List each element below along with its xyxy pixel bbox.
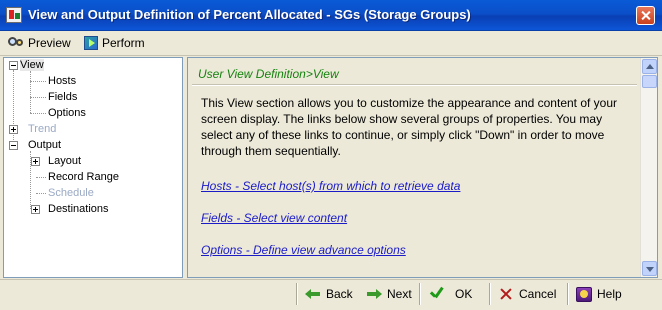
window-title: View and Output Definition of Percent Al… — [28, 7, 471, 22]
tree-connector — [36, 177, 46, 178]
back-button[interactable]: Back — [301, 283, 357, 305]
expand-icon[interactable] — [31, 205, 40, 214]
tree-item-destinations[interactable]: Destinations — [48, 202, 109, 217]
tree-item-trend[interactable]: Trend — [28, 122, 56, 137]
ok-button[interactable]: OK — [424, 283, 476, 305]
ok-label: OK — [455, 287, 473, 301]
perform-label: Perform — [102, 36, 145, 50]
tree-connector — [30, 97, 46, 98]
toolbar: Preview Perform — [0, 31, 662, 56]
link-fields[interactable]: Fields - Select view content — [201, 211, 347, 225]
tree-connector — [13, 70, 14, 146]
separator — [419, 283, 421, 305]
tree-item-layout[interactable]: Layout — [48, 154, 81, 169]
link-options[interactable]: Options - Define view advance options — [201, 243, 406, 257]
tree-item-label: Schedule — [48, 187, 94, 199]
separator — [567, 283, 569, 305]
tree-connector — [30, 71, 31, 113]
preview-label: Preview — [28, 36, 71, 50]
help-book-icon — [576, 286, 592, 302]
tree-item-label: Trend — [28, 123, 57, 135]
cancel-label: Cancel — [519, 287, 557, 301]
tree-item-schedule[interactable]: Schedule — [48, 186, 94, 201]
scroll-down-icon[interactable] — [642, 261, 657, 276]
vertical-scrollbar[interactable] — [640, 58, 657, 277]
tree-item-label: Fields — [48, 91, 78, 103]
expand-icon[interactable] — [31, 157, 40, 166]
tree-item-record-range[interactable]: Record Range — [48, 170, 119, 185]
breadcrumb: User View Definition>View — [198, 67, 339, 81]
title-bar[interactable]: View and Output Definition of Percent Al… — [0, 0, 662, 31]
help-label: Help — [597, 287, 622, 301]
tree-item-options[interactable]: Options — [48, 106, 86, 121]
run-icon — [84, 36, 98, 50]
next-label: Next — [387, 287, 412, 301]
tree-item-label: Destinations — [48, 203, 109, 215]
cancel-button[interactable]: Cancel — [494, 283, 560, 305]
next-arrow-icon — [366, 287, 382, 301]
tree-item-fields[interactable]: Fields — [48, 90, 77, 105]
collapse-icon[interactable] — [9, 141, 18, 150]
scroll-thumb[interactable] — [642, 75, 657, 88]
tree-item-label: Output — [28, 139, 62, 151]
binoculars-icon — [8, 35, 24, 51]
expand-icon[interactable] — [9, 125, 18, 134]
collapse-icon[interactable] — [9, 61, 18, 70]
tree-item-label: Record Range — [48, 171, 119, 183]
back-arrow-icon — [305, 287, 321, 301]
separator — [296, 283, 298, 305]
tree-item-label: Options — [48, 107, 86, 119]
checkmark-icon — [428, 287, 444, 301]
x-icon — [498, 287, 514, 301]
link-hosts[interactable]: Hosts - Select host(s) from which to ret… — [201, 179, 460, 193]
tree-item-hosts[interactable]: Hosts — [48, 74, 76, 89]
next-button[interactable]: Next — [362, 283, 416, 305]
tree-item-output[interactable]: Output — [28, 138, 61, 153]
tree-item-label: Layout — [48, 155, 82, 167]
tree-item-view[interactable]: View — [20, 58, 44, 73]
help-button[interactable]: Help — [572, 283, 626, 305]
preview-button[interactable]: Preview — [8, 34, 71, 52]
divider — [192, 84, 637, 86]
tree-item-label: View — [20, 59, 44, 71]
tree-connector — [30, 81, 46, 82]
navigation-tree[interactable]: View Hosts Fields Options Trend Output L… — [3, 57, 183, 278]
tree-connector — [36, 193, 46, 194]
separator — [489, 283, 491, 305]
tree-item-label: Hosts — [48, 75, 77, 87]
close-button[interactable] — [636, 6, 655, 25]
report-icon — [6, 7, 22, 23]
section-description: This View section allows you to customiz… — [201, 96, 618, 158]
content-panel: User View Definition>View This View sect… — [187, 57, 658, 278]
perform-button[interactable]: Perform — [84, 34, 145, 52]
back-label: Back — [326, 287, 353, 301]
scroll-up-icon[interactable] — [642, 59, 657, 74]
button-bar: Back Next OK Cancel Help — [0, 279, 662, 310]
tree-connector — [30, 113, 46, 114]
